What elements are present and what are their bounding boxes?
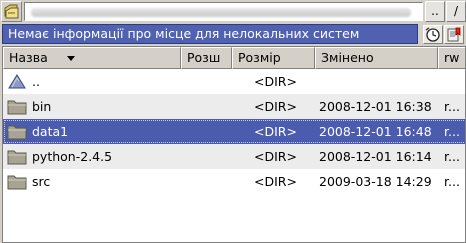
file-attrs: r... (444, 124, 460, 139)
column-header-name-label: Назва (9, 50, 48, 65)
file-size: <DIR> (254, 99, 297, 114)
parent-dir-button[interactable]: .. (425, 1, 445, 22)
column-header-attrs[interactable]: rw (438, 47, 465, 69)
file-row-bin[interactable]: bin <DIR> 2008-12-01 16:38 r... (3, 94, 465, 119)
bookmarks-button[interactable] (444, 25, 464, 44)
file-modified: 2008-12-01 16:48 (319, 124, 432, 139)
file-row-parent[interactable]: .. <DIR> (3, 69, 465, 94)
history-button[interactable] (423, 25, 443, 44)
folder-icon (7, 125, 27, 140)
file-row-src[interactable]: src <DIR> 2009-03-18 14:29 r... (3, 169, 465, 194)
file-modified: 2009-03-18 14:29 (319, 174, 432, 189)
column-header-ext[interactable]: Розш (181, 47, 232, 69)
file-size: <DIR> (254, 74, 297, 89)
file-size: <DIR> (254, 174, 297, 189)
folder-icon (7, 100, 27, 115)
path-input[interactable] (24, 2, 423, 21)
home-icon (4, 4, 19, 19)
up-arrow-icon (8, 74, 26, 89)
path-toolbar: .. / (0, 0, 466, 23)
file-size: <DIR> (254, 149, 297, 164)
file-attrs: r... (444, 149, 460, 164)
file-modified: 2008-12-01 16:38 (319, 99, 432, 114)
folder-icon (7, 175, 27, 190)
file-size: <DIR> (254, 124, 297, 139)
root-dir-button[interactable]: / (446, 1, 466, 22)
file-modified: 2008-12-01 16:14 (319, 149, 432, 164)
file-row-python[interactable]: python-2.4.5 <DIR> 2008-12-01 16:14 r... (3, 144, 465, 169)
folder-icon (7, 150, 27, 165)
path-text (31, 8, 411, 17)
file-name: bin (32, 99, 52, 114)
home-button[interactable] (1, 1, 22, 22)
file-list-panel[interactable]: Назва Розш Розмір Змінено rw .. <DIR> bi… (2, 46, 466, 243)
file-name: .. (32, 74, 40, 89)
column-header-size[interactable]: Розмір (232, 47, 315, 69)
bookmark-icon (447, 27, 461, 42)
file-attrs: r... (444, 174, 460, 189)
column-header-name[interactable]: Назва (3, 47, 181, 69)
file-attrs: r... (444, 99, 460, 114)
file-attrs (444, 69, 465, 94)
disk-info-bar: Немає інформації про місце для нелокальн… (2, 24, 418, 44)
column-header-row: Назва Розш Розмір Змінено rw (3, 47, 465, 69)
file-row-data1[interactable]: data1 <DIR> 2008-12-01 16:48 r... (3, 119, 465, 144)
file-name: data1 (32, 124, 69, 139)
column-header-modified[interactable]: Змінено (315, 47, 438, 69)
clock-icon (425, 27, 440, 42)
file-name: src (32, 174, 51, 189)
file-modified (319, 69, 437, 94)
file-name: python-2.4.5 (32, 149, 113, 164)
sort-desc-icon (67, 56, 75, 61)
